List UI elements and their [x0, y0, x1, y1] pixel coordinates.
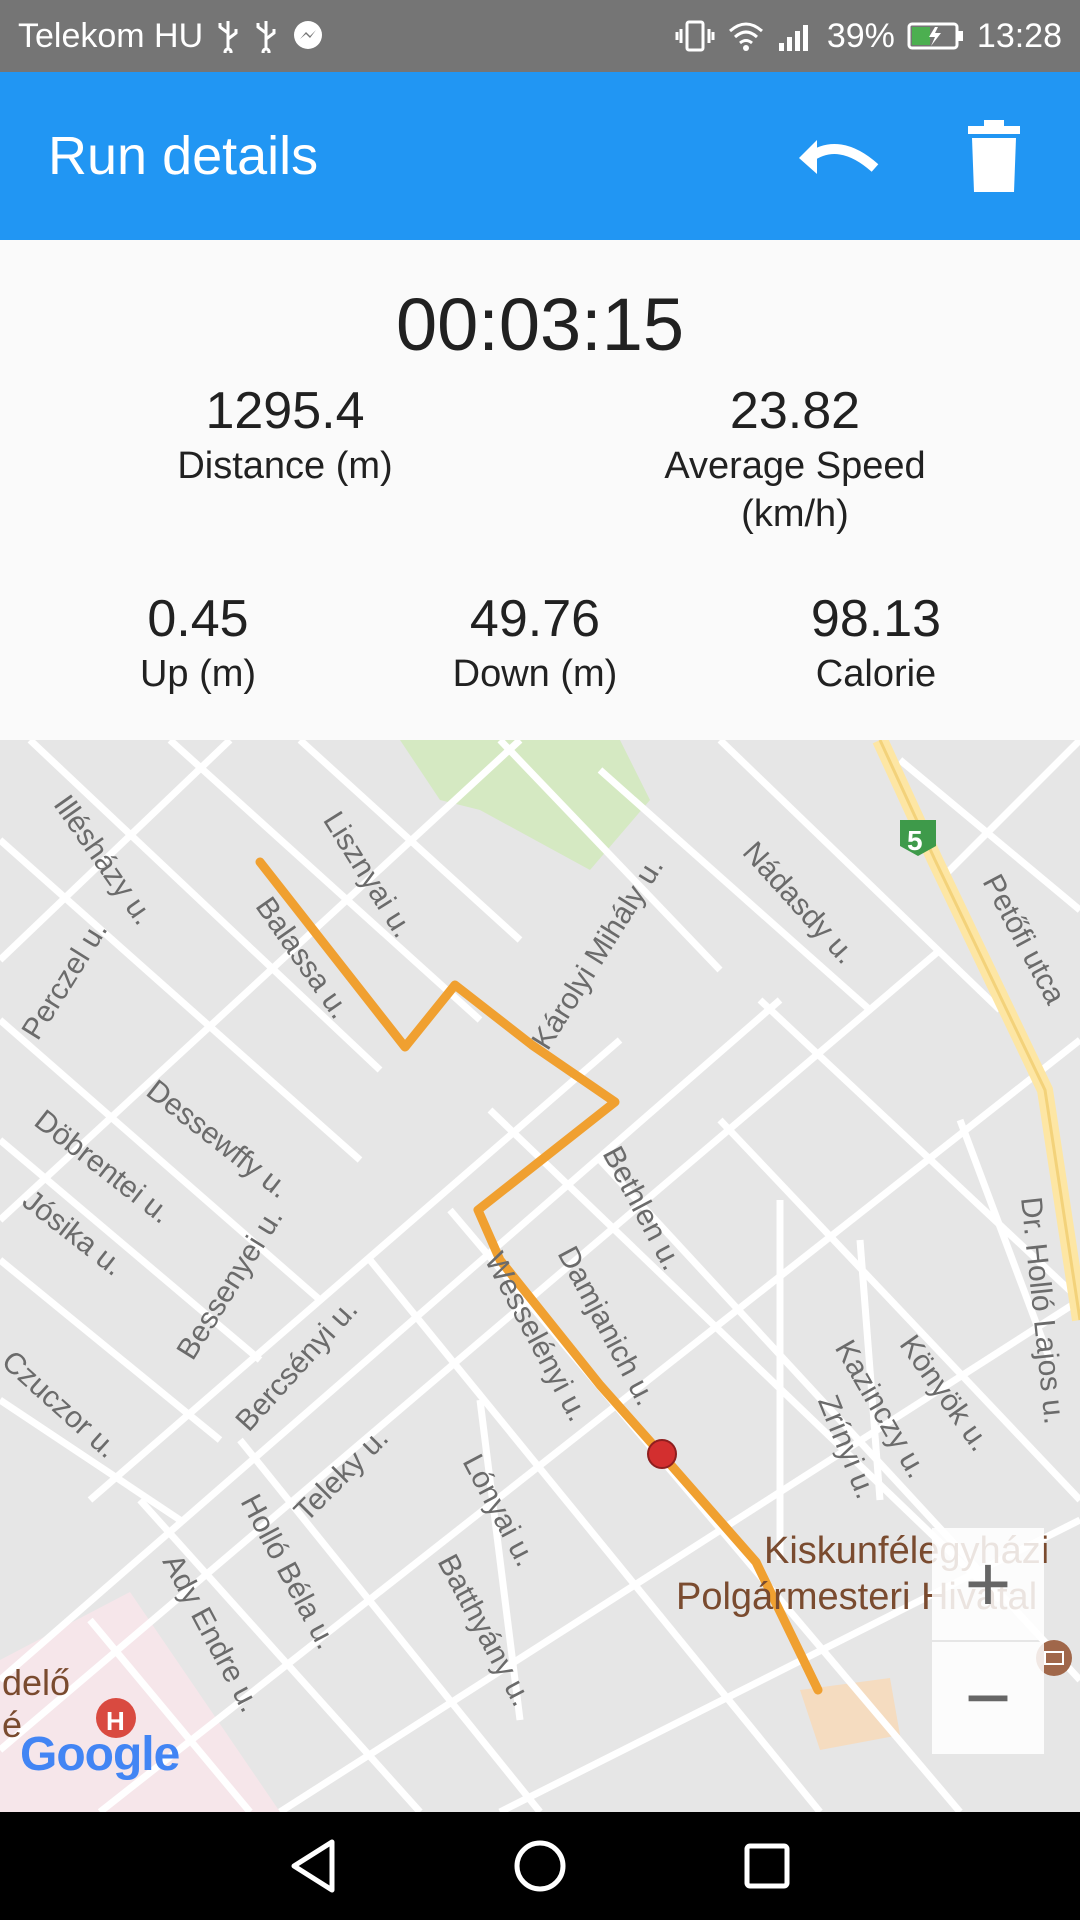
run-stats: 00:03:15 1295.4 Distance (m) 23.82 Avera… — [0, 240, 1080, 740]
up-stat: 0.45 Up (m) — [98, 588, 298, 698]
up-label: Up (m) — [139, 653, 257, 695]
park-area — [400, 740, 650, 870]
undo-icon — [799, 140, 879, 174]
status-bar-left: Telekom HU — [18, 17, 325, 56]
usb-icon — [253, 19, 279, 53]
calorie-value: 98.13 — [810, 590, 942, 648]
zoom-in-button[interactable]: + — [932, 1528, 1044, 1640]
distance-stat: 1295.4 Distance (m) — [135, 380, 435, 490]
battery-percent: 39% — [826, 16, 895, 55]
messenger-icon — [291, 19, 325, 53]
status-bar: Telekom HU 39% 13:28 — [0, 0, 1080, 72]
calorie-stat: 98.13 Calorie — [776, 588, 976, 698]
avg-speed-stat: 23.82 Average Speed (km/h) — [620, 380, 970, 538]
home-button[interactable] — [500, 1826, 580, 1906]
battery-charging-icon — [907, 19, 965, 53]
road-shield-label: 5 — [907, 825, 923, 856]
undo-button[interactable] — [788, 106, 888, 206]
avg-speed-value: 23.82 — [729, 382, 861, 440]
position-marker — [647, 1439, 677, 1469]
up-value: 0.45 — [147, 590, 249, 648]
status-bar-right: 39% 13:28 — [675, 17, 1062, 56]
carrier-label: Telekom HU — [18, 16, 204, 55]
avg-speed-label: Average Speed — [664, 445, 926, 487]
partial-place-label: delő — [2, 1662, 71, 1703]
delete-button[interactable] — [944, 106, 1044, 206]
signal-icon — [777, 19, 815, 53]
avg-speed-unit: (km/h) — [741, 493, 849, 535]
google-logo: Google — [20, 1727, 180, 1782]
home-icon — [514, 1840, 566, 1892]
wifi-icon — [727, 19, 765, 53]
usb-icon — [215, 19, 241, 53]
down-label: Down (m) — [452, 653, 618, 695]
app-bar-actions — [788, 106, 1080, 206]
recents-icon — [744, 1843, 790, 1889]
zoom-out-button[interactable]: − — [932, 1642, 1044, 1754]
page-title: Run details — [48, 126, 319, 186]
vibrate-icon — [675, 19, 715, 53]
down-stat: 49.76 Down (m) — [415, 588, 655, 698]
map-canvas — [0, 740, 1080, 1812]
back-button[interactable] — [273, 1826, 353, 1906]
distance-value: 1295.4 — [205, 382, 365, 440]
google-attribution: Google — [20, 1728, 180, 1781]
route-map[interactable]: 5 H Illésházy u. Lisznyai u. Balassa u. … — [0, 740, 1080, 1812]
navigation-bar — [0, 1812, 1080, 1920]
recents-button[interactable] — [727, 1826, 807, 1906]
app-bar: Run details — [0, 72, 1080, 240]
clock: 13:28 — [976, 16, 1062, 55]
calorie-label: Calorie — [815, 653, 937, 695]
back-icon — [291, 1839, 335, 1893]
down-value: 49.76 — [469, 590, 601, 648]
distance-label: Distance (m) — [177, 445, 393, 487]
duration-value: 00:03:15 — [395, 283, 685, 366]
delete-icon — [968, 120, 1020, 192]
